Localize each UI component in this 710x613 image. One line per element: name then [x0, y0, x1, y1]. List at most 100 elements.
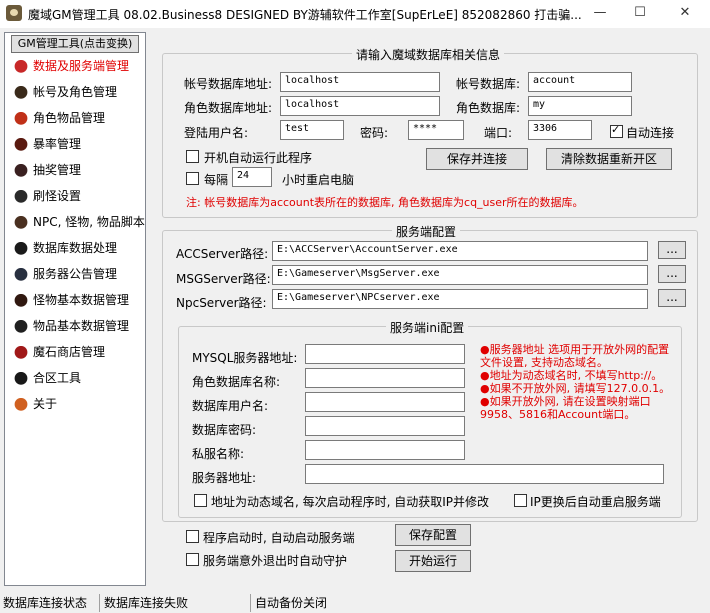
sidebar-item[interactable]: 服务器公告管理: [13, 263, 141, 285]
window-title: 魔域GM管理工具 08.02.Business8 DESIGNED BY游辅软件…: [28, 8, 582, 22]
close-button[interactable]: ✕: [675, 4, 695, 22]
clear-reset-button[interactable]: 清除数据重新开区: [546, 148, 672, 170]
maximize-button[interactable]: ☐: [630, 4, 650, 22]
sidebar-item[interactable]: 刷怪设置: [13, 185, 141, 207]
autostart-label: 程序启动时, 自动启动服务端: [203, 531, 355, 545]
every-label: 每隔: [204, 173, 229, 187]
about-icon: [13, 397, 29, 412]
acc-path-input[interactable]: E:\ACCServer\AccountServer.exe: [272, 241, 648, 261]
every-hours-input[interactable]: 24: [232, 167, 272, 187]
sidebar-item-label: 帐号及角色管理: [33, 85, 118, 99]
spawn-icon: [13, 189, 29, 204]
port-input[interactable]: 3306: [528, 120, 592, 140]
mysql-addr-label: MYSQL服务器地址:: [192, 351, 298, 365]
priv-name-input[interactable]: [305, 440, 465, 460]
sidebar-item-label: 数据库数据处理: [33, 241, 118, 255]
tip-2: ●地址为动态域名时, 不填写http://。: [480, 369, 663, 382]
start-run-button[interactable]: 开始运行: [395, 550, 471, 572]
dynamic-domain-checkbox[interactable]: [194, 494, 207, 507]
acc-browse-button[interactable]: ...: [658, 241, 686, 259]
reboot-label: 小时重启电脑: [282, 173, 355, 187]
account-addr-input[interactable]: localhost: [280, 72, 440, 92]
autostart-checkbox[interactable]: [186, 530, 199, 543]
ip-change-checkbox[interactable]: [514, 494, 527, 507]
save-config-button[interactable]: 保存配置: [395, 524, 471, 546]
server-addr-input[interactable]: [305, 464, 664, 484]
item-data-icon: [13, 319, 29, 334]
db-user-label: 数据库用户名:: [192, 399, 269, 413]
password-input[interactable]: ****: [408, 120, 464, 140]
role-db-label: 角色数据库:: [456, 101, 521, 115]
tip-4: ●如果开放外网, 请在设置映射端口9958、5816和Account端口。: [480, 395, 651, 421]
minimize-button[interactable]: —: [590, 4, 610, 22]
user-label: 登陆用户名:: [184, 126, 249, 140]
lottery-icon: [13, 163, 29, 178]
role-addr-input[interactable]: localhost: [280, 96, 440, 116]
item-icon: [13, 111, 29, 126]
role-dbname-label: 角色数据库名称:: [192, 375, 281, 389]
sidebar-item-label: 魔石商店管理: [33, 345, 106, 359]
monster-icon: [13, 137, 29, 152]
guard-label: 服务端意外退出时自动守护: [203, 554, 348, 568]
db-note: 注: 帐号数据库为account表所在的数据库, 角色数据库为cq_user所在…: [186, 196, 584, 209]
server-group-title: 服务端配置: [392, 223, 461, 240]
sidebar-item[interactable]: 魔石商店管理: [13, 341, 141, 363]
sidebar-item-label: 关于: [33, 397, 58, 411]
ini-group-title: 服务端ini配置: [386, 319, 469, 336]
sidebar-item[interactable]: 怪物基本数据管理: [13, 289, 141, 311]
character-icon: [13, 85, 29, 100]
user-input[interactable]: test: [280, 120, 344, 140]
db-user-input[interactable]: [305, 392, 465, 412]
sidebar-item-label: 数据及服务端管理: [33, 59, 130, 73]
db-state-value: 数据库连接失败: [101, 594, 251, 612]
database-icon: [13, 241, 29, 256]
port-label: 端口:: [484, 126, 513, 140]
msg-path-label: MSGServer路径:: [176, 272, 271, 286]
reboot-checkbox[interactable]: [186, 172, 199, 185]
sidebar-item[interactable]: 角色物品管理: [13, 107, 141, 129]
tip-3: ●如果不开放外网, 请填写127.0.0.1。: [480, 382, 671, 395]
backup-status: 自动备份关闭: [255, 596, 328, 610]
app-icon: [6, 5, 22, 21]
sidebar-item-label: 刷怪设置: [33, 189, 82, 203]
role-db-input[interactable]: my: [528, 96, 632, 116]
save-connect-button[interactable]: 保存并连接: [426, 148, 528, 170]
autorun-checkbox[interactable]: [186, 150, 199, 163]
sidebar-item[interactable]: 数据库数据处理: [13, 237, 141, 259]
account-db-input[interactable]: account: [528, 72, 632, 92]
sidebar-item[interactable]: NPC, 怪物, 物品脚本: [13, 211, 145, 233]
acc-path-label: ACCServer路径:: [176, 247, 269, 261]
ini-tips: ●服务器地址 选项用于开放外网的配置文件设置, 支持动态域名。 ●地址为动态域名…: [480, 343, 676, 421]
npc-path-input[interactable]: E:\Gameserver\NPCserver.exe: [272, 289, 648, 309]
sidebar-item[interactable]: 帐号及角色管理: [13, 81, 141, 103]
auto-connect-label: 自动连接: [626, 126, 675, 140]
sidebar-item[interactable]: 暴率管理: [13, 133, 141, 155]
sidebar-item[interactable]: 抽奖管理: [13, 159, 141, 181]
auto-connect-checkbox[interactable]: [610, 123, 623, 138]
sidebar-item[interactable]: 物品基本数据管理: [13, 315, 141, 337]
msg-browse-button[interactable]: ...: [658, 265, 686, 283]
sidebar-item[interactable]: 关于: [13, 393, 141, 415]
password-label: 密码:: [360, 126, 389, 140]
sidebar-item-label: 合区工具: [33, 371, 82, 385]
role-dbname-input[interactable]: [305, 368, 465, 388]
mysql-addr-input[interactable]: [305, 344, 465, 364]
sidebar-header-button[interactable]: GM管理工具(点击变换): [11, 35, 139, 53]
db-pass-input[interactable]: [305, 416, 465, 436]
sidebar-item-label: 物品基本数据管理: [33, 319, 130, 333]
sidebar-item-label: 暴率管理: [33, 137, 82, 151]
account-db-label: 帐号数据库:: [456, 77, 521, 91]
sidebar-item-label: 角色物品管理: [33, 111, 106, 125]
ip-change-label: IP更换后自动重启服务端: [530, 495, 661, 509]
sidebar-item-label: 怪物基本数据管理: [33, 293, 130, 307]
status-bar: 数据库连接状态 数据库连接失败 自动备份关闭: [0, 594, 710, 613]
npc-browse-button[interactable]: ...: [658, 289, 686, 307]
sidebar-item[interactable]: 合区工具: [13, 367, 141, 389]
shop-icon: [13, 345, 29, 360]
msg-path-input[interactable]: E:\Gameserver\MsgServer.exe: [272, 265, 648, 285]
sidebar-item[interactable]: 数据及服务端管理: [13, 55, 141, 77]
db-state-label: 数据库连接状态: [0, 594, 100, 612]
announcement-icon: [13, 267, 29, 282]
guard-checkbox[interactable]: [186, 553, 199, 566]
sidebar: GM管理工具(点击变换) 数据及服务端管理 帐号及角色管理 角色物品管理 暴率管理抽奖…: [4, 32, 146, 586]
